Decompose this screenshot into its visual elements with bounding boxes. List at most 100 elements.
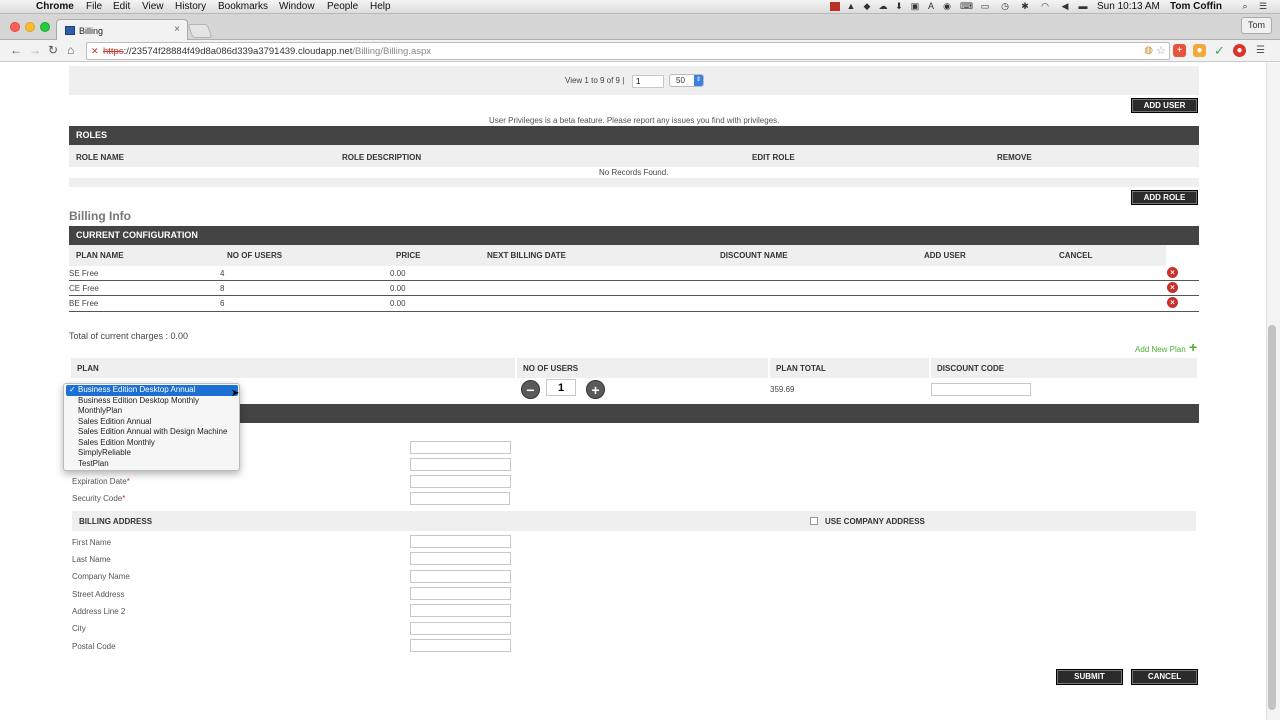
cloud-icon[interactable]: ☁ — [878, 2, 888, 11]
scrollbar-thumb[interactable] — [1268, 325, 1276, 710]
screen-icon[interactable]: ▭ — [980, 2, 990, 11]
mouse-cursor-icon: ➤ — [231, 388, 240, 399]
keyboard-icon[interactable]: ⌨ — [960, 2, 973, 11]
city-field[interactable] — [410, 622, 511, 635]
plan-option[interactable]: Sales Edition Annual with Design Machine — [66, 427, 238, 438]
bell-icon[interactable]: ▲ — [846, 2, 856, 11]
extension-cat-icon[interactable]: ● — [1193, 44, 1206, 57]
dropbox-icon[interactable]: ◆ — [862, 2, 872, 11]
download-icon[interactable]: ⬇ — [894, 2, 904, 11]
decrease-users-button[interactable]: − — [521, 380, 540, 399]
extension-check-icon[interactable]: ✓ — [1213, 44, 1226, 57]
app-name-menu[interactable]: Chrome — [36, 1, 74, 13]
tab-billing[interactable]: Billing × — [56, 19, 188, 40]
postal-code-field[interactable] — [410, 639, 511, 652]
plan-option[interactable]: SimplyReliable — [66, 448, 238, 459]
config-col-cancel: CANCEL — [1059, 251, 1093, 260]
submit-button[interactable]: SUBMIT — [1056, 669, 1123, 685]
battery-icon[interactable]: ▬ — [1078, 2, 1088, 11]
menu-edit[interactable]: Edit — [113, 1, 130, 13]
pager-size-select[interactable]: 50 ⇕ — [669, 74, 704, 87]
plan-dropdown[interactable]: ✓ Business Edition Desktop Annual Busines… — [63, 383, 240, 471]
menu-bookmarks[interactable]: Bookmarks — [218, 1, 268, 13]
pager-page-input[interactable] — [632, 75, 664, 88]
home-icon[interactable]: ⌂ — [67, 44, 74, 56]
cancel-plan-icon[interactable]: × — [1167, 267, 1178, 278]
record-icon[interactable] — [830, 2, 840, 11]
roles-col-name: ROLE NAME — [76, 153, 124, 162]
menu-window[interactable]: Window — [279, 1, 315, 13]
street-address-label: Street Address — [72, 590, 125, 599]
users-count-input[interactable] — [546, 379, 576, 396]
postal-code-label: Postal Code — [72, 642, 116, 651]
add-user-button[interactable]: ADD USER — [1131, 98, 1198, 113]
url-path: /Billing/Billing.aspx — [352, 46, 432, 57]
list-icon[interactable]: ☰ — [1258, 2, 1268, 11]
plan-option[interactable]: TestPlan — [66, 459, 238, 470]
security-code-label: Security Code* — [72, 494, 126, 503]
forward-icon[interactable]: → — [29, 44, 41, 56]
tab-strip: Billing × Tom — [0, 14, 1280, 40]
add-plan-icon[interactable]: + — [1189, 340, 1197, 354]
tab-close-icon[interactable]: × — [174, 24, 180, 35]
use-company-address-label[interactable]: USE COMPANY ADDRESS — [825, 517, 925, 526]
new-tab-button[interactable] — [187, 24, 213, 38]
cookie-icon[interactable]: ◍ — [1144, 45, 1153, 56]
menu-people[interactable]: People — [327, 1, 358, 13]
plan-option[interactable]: Business Edition Desktop Monthly — [66, 396, 238, 407]
back-icon[interactable]: ← — [10, 44, 22, 56]
roles-header-bar: ROLES — [69, 126, 1199, 145]
extension-stop-icon[interactable]: ● — [1233, 44, 1246, 57]
bookmark-star-icon[interactable]: ☆ — [1156, 44, 1166, 57]
menu-history[interactable]: History — [175, 1, 206, 13]
timemachine-icon[interactable]: ◷ — [1000, 2, 1010, 11]
card-number-field[interactable] — [410, 458, 511, 471]
close-window-button[interactable] — [10, 22, 20, 32]
first-name-field[interactable] — [410, 535, 511, 548]
roles-empty-text: No Records Found. — [599, 168, 669, 177]
row-users: 4 — [220, 269, 225, 278]
menubar-clock[interactable]: Sun 10:13 AM — [1097, 1, 1160, 13]
menu-file[interactable]: File — [86, 1, 102, 13]
reload-icon[interactable]: ↻ — [48, 44, 58, 56]
config-col-users: NO OF USERS — [227, 251, 283, 260]
extension-plus-icon[interactable]: + — [1173, 44, 1186, 57]
menu-view[interactable]: View — [142, 1, 164, 13]
menubar-user[interactable]: Tom Coffin — [1170, 1, 1222, 13]
plan-option[interactable]: Sales Edition Monthly — [66, 438, 238, 449]
chrome-menu-icon[interactable]: ☰ — [1254, 44, 1267, 57]
billing-address-header — [72, 511, 1196, 531]
address-bar[interactable]: ✕ https://23574f28884f49d8a086d339a37914… — [86, 42, 1170, 60]
search-icon[interactable]: ⌕ — [1240, 2, 1250, 11]
expiration-date-field[interactable] — [410, 475, 511, 488]
street-address-field[interactable] — [410, 587, 511, 600]
plan-option[interactable]: ✓ Business Edition Desktop Annual — [66, 385, 238, 396]
plan-option[interactable]: Sales Edition Annual — [66, 417, 238, 428]
table-row: SE Free 4 0.00 × — [69, 266, 1199, 281]
add-new-plan-link[interactable]: Add New Plan — [1135, 345, 1186, 354]
wifi-icon[interactable]: ◠ — [1040, 2, 1050, 11]
eye-icon[interactable]: ◉ — [942, 2, 952, 11]
company-name-label: Company Name — [72, 572, 130, 581]
security-code-field[interactable] — [410, 492, 510, 505]
cancel-button[interactable]: CANCEL — [1131, 669, 1198, 685]
add-role-button[interactable]: ADD ROLE — [1131, 190, 1198, 205]
plan-option[interactable]: MonthlyPlan — [66, 406, 238, 417]
increase-users-button[interactable]: + — [586, 380, 605, 399]
volume-icon[interactable]: ◀ — [1060, 2, 1070, 11]
text-icon[interactable]: A — [926, 2, 936, 11]
discount-code-input[interactable] — [931, 383, 1031, 396]
profile-button[interactable]: Tom — [1240, 17, 1272, 34]
company-name-field[interactable] — [410, 570, 511, 583]
menu-help[interactable]: Help — [370, 1, 391, 13]
cancel-plan-icon[interactable]: × — [1167, 282, 1178, 293]
use-company-address-checkbox[interactable] — [810, 517, 818, 525]
last-name-field[interactable] — [410, 552, 511, 565]
picture-icon[interactable]: ▣ — [910, 2, 920, 11]
minimize-window-button[interactable] — [25, 22, 35, 32]
cancel-plan-icon[interactable]: × — [1167, 297, 1178, 308]
zoom-window-button[interactable] — [40, 22, 50, 32]
address-line2-field[interactable] — [410, 604, 511, 617]
bluetooth-icon[interactable]: ✱ — [1020, 2, 1030, 11]
card-name-field[interactable] — [410, 441, 511, 454]
